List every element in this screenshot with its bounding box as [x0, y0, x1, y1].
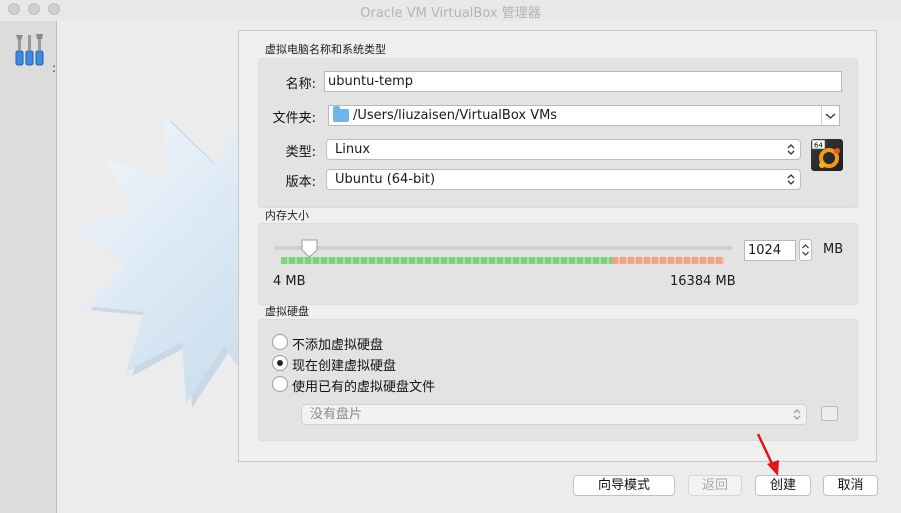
create-button[interactable]: 创建 — [755, 475, 811, 496]
type-label: 类型: — [285, 145, 316, 160]
radio-existing-disk-label[interactable]: 使用已有的虚拟硬盘文件 — [292, 376, 435, 395]
memory-unit: MB — [823, 242, 844, 257]
memory-group — [258, 223, 858, 305]
folder-label: 文件夹: — [272, 111, 316, 126]
memory-slider-track[interactable] — [274, 246, 732, 250]
radio-existing-disk[interactable] — [272, 376, 288, 392]
existing-disk-select: 没有盘片 — [301, 404, 807, 425]
radio-create-disk-label[interactable]: 现在创建虚拟硬盘 — [292, 355, 396, 374]
radio-no-disk-label[interactable]: 不添加虚拟硬盘 — [292, 334, 383, 353]
window-title: Oracle VM VirtualBox 管理器 — [360, 6, 541, 21]
existing-disk-placeholder: 没有盘片 — [310, 407, 363, 422]
updown-arrows-icon — [793, 409, 801, 420]
folder-dropdown-button[interactable] — [821, 106, 839, 125]
memory-value-input[interactable]: 1024 — [744, 240, 796, 261]
chevron-down-icon — [825, 113, 836, 119]
version-label: 版本: — [285, 175, 316, 190]
tools-icon[interactable] — [12, 31, 48, 69]
window-titlebar: Oracle VM VirtualBox 管理器 — [0, 0, 901, 22]
folder-picker[interactable]: /Users/liuzaisen/VirtualBox VMs — [328, 105, 840, 126]
os-version-value: Ubuntu (64-bit) — [335, 172, 436, 187]
memory-stepper[interactable] — [799, 239, 812, 261]
name-label: 名称: — [285, 77, 316, 92]
radio-no-disk[interactable] — [272, 334, 288, 350]
choose-disk-file-icon — [821, 406, 838, 421]
annotation-arrow-icon — [756, 433, 779, 476]
tools-sidebar: : — [0, 21, 57, 513]
vm-name-input[interactable]: ubuntu-temp — [324, 71, 842, 92]
radio-create-disk[interactable] — [272, 355, 288, 371]
disk-section-title: 虚拟硬盘 — [265, 305, 309, 318]
updown-arrows-icon — [787, 144, 795, 155]
memory-min-label: 4 MB — [273, 274, 306, 289]
os-type-value: Linux — [335, 142, 371, 157]
ubuntu-os-icon: 64 — [811, 139, 843, 171]
cancel-button[interactable]: 取消 — [823, 475, 878, 496]
name-os-section-title: 虚拟电脑名称和系统类型 — [265, 43, 386, 56]
memory-slider-thumb[interactable] — [301, 239, 318, 258]
folder-path: /Users/liuzaisen/VirtualBox VMs — [353, 108, 558, 123]
memory-section-title: 内存大小 — [265, 209, 309, 222]
os-type-select[interactable]: Linux — [326, 139, 801, 160]
guided-mode-button[interactable]: 向导模式 — [573, 475, 675, 496]
back-button[interactable]: 返回 — [688, 475, 742, 496]
os-version-select[interactable]: Ubuntu (64-bit) — [326, 169, 801, 190]
memory-max-label: 16384 MB — [670, 274, 736, 289]
toolbar-partial-text: : — [52, 61, 57, 75]
updown-arrows-icon — [787, 174, 795, 185]
os-64bit-badge: 64 — [814, 142, 823, 150]
folder-icon — [333, 106, 349, 122]
